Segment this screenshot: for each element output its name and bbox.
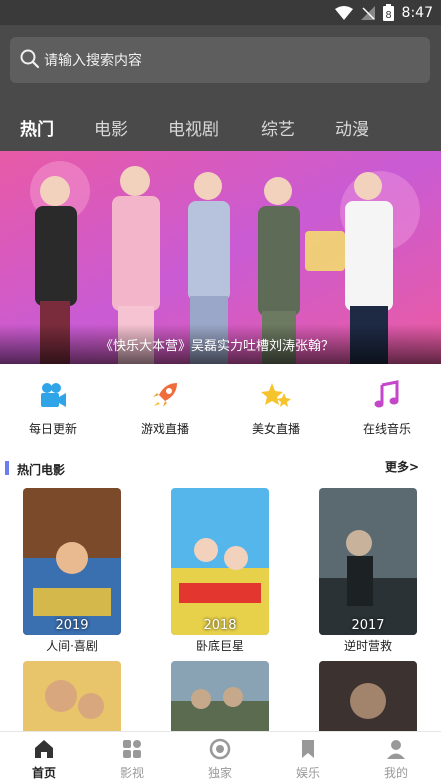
status-time: 8:47: [401, 4, 433, 21]
quick-link-label: 在线音乐: [362, 422, 411, 436]
movie-title: 逆时营救: [343, 639, 392, 653]
battery-level: 8: [385, 10, 391, 21]
movie-card[interactable]: 2017 逆时营救: [319, 488, 417, 654]
wifi-icon: [334, 5, 353, 20]
banner-carousel[interactable]: 《快乐大本营》吴磊实力吐槽刘涛张翰？: [0, 151, 441, 364]
movie-year: 2018: [203, 618, 237, 633]
movie-card[interactable]: 2019 人间·喜剧: [23, 488, 121, 654]
poster-image: [171, 661, 269, 731]
section-header: 热门电影 更多>: [0, 456, 441, 478]
stars-icon: [261, 383, 291, 407]
banner-caption: 《快乐大本营》吴磊实力吐槽刘涛张翰？: [100, 339, 335, 354]
movie-poster[interactable]: [23, 661, 121, 731]
movie-poster: 2019: [23, 488, 121, 635]
movie-poster: 2017: [319, 488, 417, 635]
movie-year: 2017: [351, 618, 385, 633]
poster-image: [319, 661, 417, 731]
more-link[interactable]: 更多>: [385, 458, 419, 475]
nav-label: 我的: [383, 766, 408, 780]
no-signal-icon: [360, 5, 375, 20]
search-placeholder: 请输入搜索内容: [44, 53, 142, 69]
header: 请输入搜索内容 热门 电影 电视剧 综艺 动漫: [0, 25, 441, 151]
section-accent-bar: [5, 461, 9, 475]
nav-label: 独家: [207, 766, 232, 780]
quick-link-daily-update[interactable]: 每日更新: [8, 380, 98, 437]
movie-poster[interactable]: [319, 661, 417, 731]
camera-icon: [41, 383, 66, 407]
poster-image: [171, 488, 269, 635]
tab-variety[interactable]: 综艺: [261, 115, 295, 140]
music-note-icon: [374, 380, 399, 408]
category-tabs: 热门 电影 电视剧 综艺 动漫: [0, 115, 441, 145]
search-input[interactable]: 请输入搜索内容: [10, 37, 430, 83]
nav-label: 首页: [31, 766, 56, 780]
movie-card[interactable]: 2018 卧底巨星: [171, 488, 269, 654]
nav-videos[interactable]: 影视: [102, 738, 162, 781]
bottom-nav: 首页 影视 独家 娱乐 我的: [0, 731, 441, 784]
quick-link-label: 游戏直播: [140, 422, 189, 436]
banner-caption-overlay: 《快乐大本营》吴磊实力吐槽刘涛张翰？: [0, 324, 441, 364]
movie-year: 2019: [55, 618, 89, 633]
nav-home[interactable]: 首页: [14, 738, 74, 781]
quick-link-online-music[interactable]: 在线音乐: [342, 380, 432, 437]
quick-link-label: 每日更新: [28, 422, 77, 436]
rocket-icon: [153, 383, 177, 407]
tab-tv[interactable]: 电视剧: [168, 115, 219, 140]
status-bar: 8 8:47: [0, 0, 441, 25]
movie-poster: 2018: [171, 488, 269, 635]
poster-image: [23, 661, 121, 731]
tab-movies[interactable]: 电影: [94, 115, 128, 140]
poster-image: [319, 488, 417, 635]
quick-link-game-live[interactable]: 游戏直播: [120, 380, 210, 437]
user-icon: [387, 740, 405, 759]
quick-link-beauty-live[interactable]: 美女直播: [231, 380, 321, 437]
section-title: 热门电影: [17, 463, 66, 477]
bookmark-icon: [302, 740, 314, 758]
battery-icon: 8: [382, 4, 394, 21]
tab-hot[interactable]: 热门: [20, 115, 54, 140]
tab-anime[interactable]: 动漫: [335, 115, 369, 140]
nav-label: 影视: [119, 766, 144, 780]
movie-title: 卧底巨星: [195, 639, 244, 653]
movie-title: 人间·喜剧: [46, 639, 98, 653]
quick-links: 每日更新 游戏直播 美女直播 在线音乐: [0, 380, 441, 440]
grid-icon: [123, 740, 141, 758]
status-icons: 8 8:47: [334, 4, 433, 21]
nav-entertainment[interactable]: 娱乐: [278, 738, 338, 781]
nav-profile[interactable]: 我的: [366, 738, 426, 781]
target-icon: [209, 738, 231, 760]
poster-image: [23, 488, 121, 635]
search-icon: [20, 49, 40, 69]
home-icon: [35, 740, 53, 758]
nav-label: 娱乐: [295, 766, 320, 780]
quick-link-label: 美女直播: [251, 422, 300, 436]
nav-exclusive[interactable]: 独家: [190, 738, 250, 781]
movie-poster[interactable]: [171, 661, 269, 731]
